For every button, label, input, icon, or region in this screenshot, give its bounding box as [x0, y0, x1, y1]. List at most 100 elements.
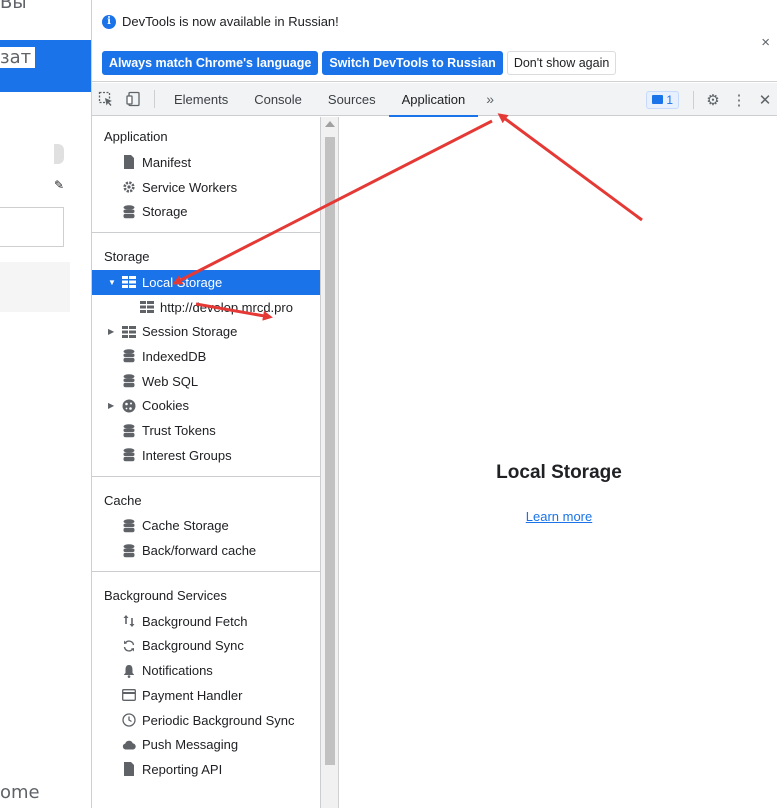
sidebar-item-label: Web SQL — [142, 373, 199, 389]
sidebar-item-manifest[interactable]: Manifest — [92, 150, 320, 175]
devtools-window: i DevTools is now available in Russian! … — [91, 0, 777, 808]
infobar-buttons: Always match Chrome's language Switch De… — [102, 51, 617, 75]
more-options-icon[interactable]: ⋮ — [726, 87, 752, 113]
sidebar-item-indexeddb[interactable]: IndexedDB — [92, 344, 320, 369]
sidebar-item-cache-storage[interactable]: Cache Storage — [92, 514, 320, 539]
sidebar-item-storage[interactable]: Storage — [92, 199, 320, 224]
screenshot-root: Вы зат ✎ ome i DevTools is now available… — [0, 0, 777, 808]
sidebar-item-session-storage[interactable]: ▶ Session Storage — [92, 319, 320, 344]
switch-to-russian-button[interactable]: Switch DevTools to Russian — [322, 51, 503, 75]
devtools-tabbar: Elements Console Sources Application » 1… — [92, 83, 777, 117]
tab-application[interactable]: Application — [388, 83, 479, 117]
background-text-mid: зат — [0, 47, 36, 68]
always-match-language-button[interactable]: Always match Chrome's language — [102, 51, 319, 75]
device-toolbar-icon[interactable] — [120, 83, 148, 116]
sidebar-scrollbar[interactable] — [321, 117, 339, 808]
document-icon — [122, 762, 136, 777]
sidebar-item-label: Push Messaging — [142, 737, 239, 753]
sidebar-item-cookies[interactable]: ▶ Cookies — [92, 394, 320, 419]
sidebar-item-label: Reporting API — [142, 761, 223, 777]
sidebar-item-reporting-api[interactable]: Reporting API — [92, 757, 320, 782]
up-down-arrows-icon — [122, 614, 136, 628]
database-icon — [122, 374, 136, 388]
section-application: Application Manifest Service Workers Sto… — [92, 117, 320, 234]
sidebar-item-trust-tokens[interactable]: Trust Tokens — [92, 418, 320, 443]
scrollbar-thumb[interactable] — [325, 137, 335, 765]
cloud-icon — [122, 738, 136, 752]
sidebar-item-background-sync[interactable]: Background Sync — [92, 634, 320, 659]
language-infobar: i DevTools is now available in Russian! … — [92, 0, 777, 82]
document-icon — [122, 155, 136, 170]
section-background-services: Background Services Background Fetch Bac… — [92, 572, 320, 790]
toolbar-right: 1 ⚙ ⋮ ✕ — [646, 83, 777, 116]
expand-triangle-icon[interactable]: ▼ — [108, 278, 120, 287]
table-grid-icon — [122, 275, 136, 289]
learn-more-link[interactable]: Learn more — [340, 509, 777, 524]
database-icon — [122, 204, 136, 219]
background-input-box — [0, 207, 64, 247]
sidebar-item-periodic-background-sync[interactable]: Periodic Background Sync — [92, 708, 320, 733]
sidebar-item-background-fetch[interactable]: Background Fetch — [92, 609, 320, 634]
sidebar-item-label: http://develop.mrcd.pro — [160, 299, 293, 315]
sidebar-item-push-messaging[interactable]: Push Messaging — [92, 732, 320, 757]
infobar-close-icon[interactable]: × — [761, 34, 770, 51]
gear-icon — [122, 180, 136, 194]
dont-show-again-button[interactable]: Don't show again — [506, 51, 617, 75]
section-storage: Storage ▼ Local Storage http://develop.m… — [92, 233, 320, 477]
clock-icon — [122, 713, 136, 727]
collapsed-triangle-icon[interactable]: ▶ — [108, 327, 120, 336]
application-sidebar: Application Manifest Service Workers Sto… — [92, 117, 321, 808]
toolbar-divider-right — [693, 90, 694, 109]
sidebar-item-interest-groups[interactable]: Interest Groups — [92, 443, 320, 468]
sidebar-item-label: Trust Tokens — [142, 423, 216, 439]
sidebar-item-label: Interest Groups — [142, 447, 232, 463]
sidebar-item-websql[interactable]: Web SQL — [92, 369, 320, 394]
table-grid-icon — [122, 325, 136, 339]
background-text-bottom: ome — [0, 782, 40, 803]
sidebar-item-label: Background Fetch — [142, 613, 248, 629]
background-fragment-toggle — [54, 144, 64, 164]
background-text-top: Вы — [0, 0, 27, 13]
sidebar-item-payment-handler[interactable]: Payment Handler — [92, 683, 320, 708]
bell-icon — [122, 664, 136, 678]
more-tabs-chevron-icon[interactable]: » — [478, 91, 502, 107]
issues-badge[interactable]: 1 — [646, 90, 679, 109]
sidebar-item-label: Periodic Background Sync — [142, 712, 295, 728]
sidebar-item-local-storage-origin[interactable]: http://develop.mrcd.pro — [92, 295, 320, 320]
background-panel — [0, 262, 70, 312]
table-grid-icon — [140, 300, 154, 314]
sidebar-item-label: IndexedDB — [142, 348, 207, 364]
sidebar-item-label: Cookies — [142, 398, 189, 414]
sidebar-item-service-workers[interactable]: Service Workers — [92, 175, 320, 200]
database-icon — [122, 519, 136, 533]
sidebar-item-label: Session Storage — [142, 324, 238, 340]
section-title-cache: Cache — [104, 492, 142, 508]
issues-count: 1 — [666, 92, 673, 107]
database-icon — [122, 349, 136, 363]
sidebar-item-notifications[interactable]: Notifications — [92, 658, 320, 683]
database-icon — [122, 423, 136, 438]
sidebar-item-label: Notifications — [142, 663, 213, 679]
issues-icon — [652, 95, 664, 104]
sidebar-item-back-forward-cache[interactable]: Back/forward cache — [92, 538, 320, 563]
sidebar-item-label: Payment Handler — [142, 687, 243, 703]
collapsed-triangle-icon[interactable]: ▶ — [108, 401, 120, 410]
sidebar-item-local-storage[interactable]: ▼ Local Storage — [92, 270, 320, 295]
cookie-icon — [122, 399, 136, 413]
sidebar-item-label: Storage — [142, 204, 188, 220]
infobar-message-row: i DevTools is now available in Russian! — [102, 14, 339, 29]
scroll-up-arrow-icon[interactable] — [325, 121, 335, 127]
credit-card-icon — [122, 688, 136, 702]
sidebar-item-label: Service Workers — [142, 179, 238, 195]
tab-sources[interactable]: Sources — [315, 83, 389, 116]
tab-elements[interactable]: Elements — [161, 83, 241, 116]
inspect-element-icon[interactable] — [92, 83, 120, 116]
sidebar-item-label: Cache Storage — [142, 518, 229, 534]
settings-gear-icon[interactable]: ⚙ — [700, 87, 726, 113]
close-devtools-icon[interactable]: ✕ — [752, 87, 777, 113]
infobar-message: DevTools is now available in Russian! — [122, 14, 339, 29]
section-title-background-services: Background Services — [104, 587, 227, 603]
tab-console[interactable]: Console — [241, 83, 315, 116]
sidebar-item-label: Back/forward cache — [142, 543, 257, 559]
panel-title: Local Storage — [496, 462, 622, 483]
